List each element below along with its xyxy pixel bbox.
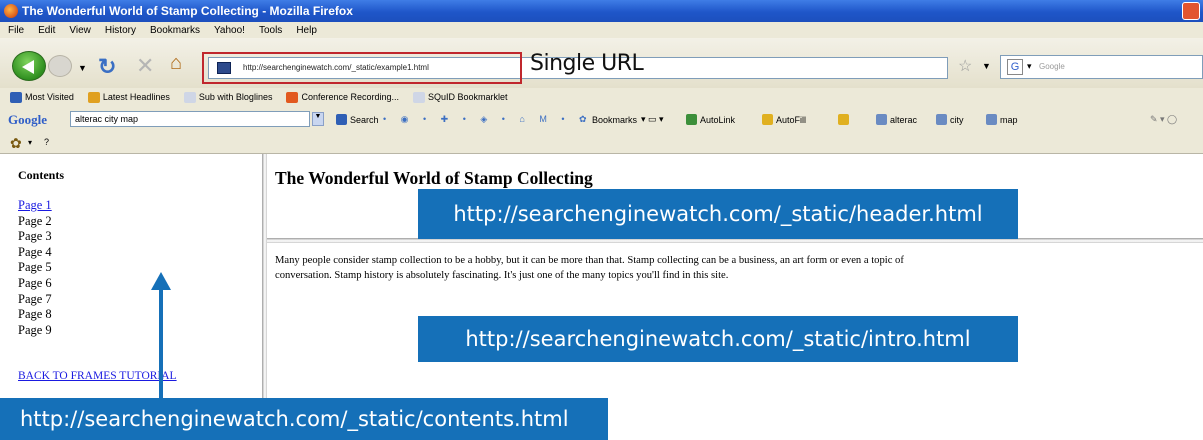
dropdown-icon: ▾ ▭ ▾ <box>641 114 664 124</box>
bookmark-most-visited[interactable]: Most Visited <box>10 91 74 103</box>
google-search-button[interactable]: Search <box>336 114 379 125</box>
extension-toolbar: ✿ ▾ ? <box>0 132 1203 154</box>
navigation-toolbar: ▼ ↻ ✕ ⌂ http://searchenginewatch.com/_st… <box>0 38 1203 88</box>
autolink-button[interactable]: AutoLink <box>686 114 735 125</box>
bookmark-conference-recording[interactable]: Conference Recording... <box>286 91 400 103</box>
google-toolbar: Google alterac city map ▼ Search • ◉ • ✚… <box>0 106 1203 132</box>
page-item-7: Page 7 <box>18 291 52 306</box>
google-search-input[interactable]: alterac city map <box>70 111 310 127</box>
google-bookmarks-button[interactable]: Bookmarks ▾ ▭ ▾ <box>592 114 664 125</box>
toolbar-label: city <box>950 114 964 125</box>
term-icon <box>876 114 887 125</box>
menu-file[interactable]: File <box>8 25 24 36</box>
close-window-button[interactable] <box>1182 2 1200 20</box>
bookmark-label: SQuID Bookmarklet <box>428 92 508 102</box>
contents-heading: Contents <box>18 168 65 182</box>
menu-help[interactable]: Help <box>296 25 317 36</box>
term-icon <box>986 114 997 125</box>
toolbar-icons-group[interactable]: • ◉ • ✚ • ◈ • ⌂ M • ✿ <box>383 114 593 125</box>
contents-url-callout: http://searchenginewatch.com/_static/con… <box>0 398 608 440</box>
recording-icon <box>286 91 299 103</box>
rss-folder-icon <box>87 91 100 103</box>
page-icon <box>413 91 426 103</box>
page-item-6: Page 6 <box>18 275 52 290</box>
back-button[interactable] <box>12 51 46 81</box>
url-dropdown-icon[interactable]: ▼ <box>982 61 991 71</box>
header-url-callout: http://searchenginewatch.com/_static/hea… <box>418 189 1018 239</box>
menu-yahoo[interactable]: Yahoo! <box>214 25 245 36</box>
intro-line-1: Many people consider stamp collection to… <box>275 255 904 266</box>
page-item-3: Page 3 <box>18 229 52 244</box>
bookmark-sub-with-bloglines[interactable]: Sub with Bloglines <box>183 91 273 103</box>
firefox-icon <box>4 4 18 18</box>
menu-bookmarks[interactable]: Bookmarks <box>150 25 200 36</box>
search-icon <box>336 114 347 125</box>
search-input[interactable]: Google <box>1039 62 1065 71</box>
bookmark-star-icon[interactable]: ☆ <box>958 56 972 76</box>
intro-paragraph: Many people consider stamp collection to… <box>275 253 1203 283</box>
toolbar-label: map <box>1000 114 1018 125</box>
highlighter-icon <box>838 114 849 125</box>
autofill-button[interactable]: AutoFill <box>762 114 806 125</box>
bookmarks-toolbar: Most Visited Latest Headlines Sub with B… <box>0 88 1203 106</box>
gear-icon[interactable]: ✿ <box>10 135 22 152</box>
intro-line-2: conversation. Stamp history is absolutel… <box>275 270 729 281</box>
autolink-icon <box>686 114 697 125</box>
google-search-dropdown-icon[interactable]: ▼ <box>312 112 324 126</box>
page-icon <box>183 91 196 103</box>
bookmark-label: Most Visited <box>25 92 74 102</box>
menu-history[interactable]: History <box>105 25 136 36</box>
toolbar-label: Bookmarks <box>592 114 638 125</box>
reload-icon[interactable]: ↻ <box>98 54 116 80</box>
intro-url-callout: http://searchenginewatch.com/_static/int… <box>418 316 1018 362</box>
term-icon <box>936 114 947 125</box>
toolbar-label: AutoLink <box>700 114 736 125</box>
page-item-9: Page 9 <box>18 322 52 337</box>
settings-wrench-icon[interactable]: ✎ ▾ ◯ <box>1150 114 1177 125</box>
bookmark-label: Latest Headlines <box>102 92 170 102</box>
page-item-8: Page 8 <box>18 307 52 322</box>
pencil-highlight-button[interactable] <box>838 114 852 125</box>
history-dropdown-icon[interactable]: ▼ <box>78 63 87 73</box>
page-item-5: Page 5 <box>18 260 52 275</box>
help-icon[interactable]: ? <box>44 137 49 147</box>
page-item-2: Page 2 <box>18 213 52 228</box>
term-alterac-button[interactable]: alterac <box>876 114 917 125</box>
menu-bar: File Edit View History Bookmarks Yahoo! … <box>0 22 1203 38</box>
bookmark-squid[interactable]: SQuID Bookmarklet <box>413 91 508 103</box>
window-title-bar: The Wonderful World of Stamp Collecting … <box>0 0 1203 22</box>
gear-dropdown-icon[interactable]: ▾ <box>28 138 32 147</box>
menu-edit[interactable]: Edit <box>38 25 55 36</box>
most-visited-icon <box>10 91 22 103</box>
menu-tools[interactable]: Tools <box>259 25 282 36</box>
stop-icon[interactable]: ✕ <box>136 53 154 79</box>
forward-button[interactable] <box>48 55 72 77</box>
page-item-4: Page 4 <box>18 244 52 259</box>
bookmark-label: Conference Recording... <box>301 92 400 102</box>
toolbar-buttons-icon: • ◉ • ✚ • ◈ • ⌂ M • ✿ <box>383 114 593 124</box>
toolbar-label: alterac <box>890 114 918 125</box>
page-list: Page 1 Page 2 Page 3 Page 4 Page 5 Page … <box>18 198 52 338</box>
toolbar-label: Search <box>350 114 379 125</box>
page-link-1[interactable]: Page 1 <box>18 198 52 212</box>
search-engine-icon[interactable]: G <box>1007 59 1023 75</box>
site-title: The Wonderful World of Stamp Collecting <box>275 168 593 188</box>
autofill-icon <box>762 114 773 125</box>
term-city-button[interactable]: city <box>936 114 964 125</box>
arrow-shaft <box>159 288 163 400</box>
window-title: The Wonderful World of Stamp Collecting … <box>22 4 353 18</box>
search-engine-dropdown-icon[interactable]: ▾ <box>1027 61 1032 72</box>
term-map-button[interactable]: map <box>986 114 1018 125</box>
google-logo[interactable]: Google <box>8 112 47 128</box>
search-box[interactable]: G ▾ Google <box>1000 55 1203 79</box>
bookmark-label: Sub with Bloglines <box>198 92 273 102</box>
toolbar-label: AutoFill <box>776 114 807 125</box>
menu-view[interactable]: View <box>69 25 91 36</box>
url-highlight-box <box>202 52 522 84</box>
single-url-annotation: Single URL <box>530 51 644 76</box>
bookmark-latest-headlines[interactable]: Latest Headlines <box>87 91 170 103</box>
home-icon[interactable]: ⌂ <box>170 52 182 75</box>
back-to-frames-tutorial-link[interactable]: BACK TO FRAMES TUTORIAL <box>18 370 177 382</box>
